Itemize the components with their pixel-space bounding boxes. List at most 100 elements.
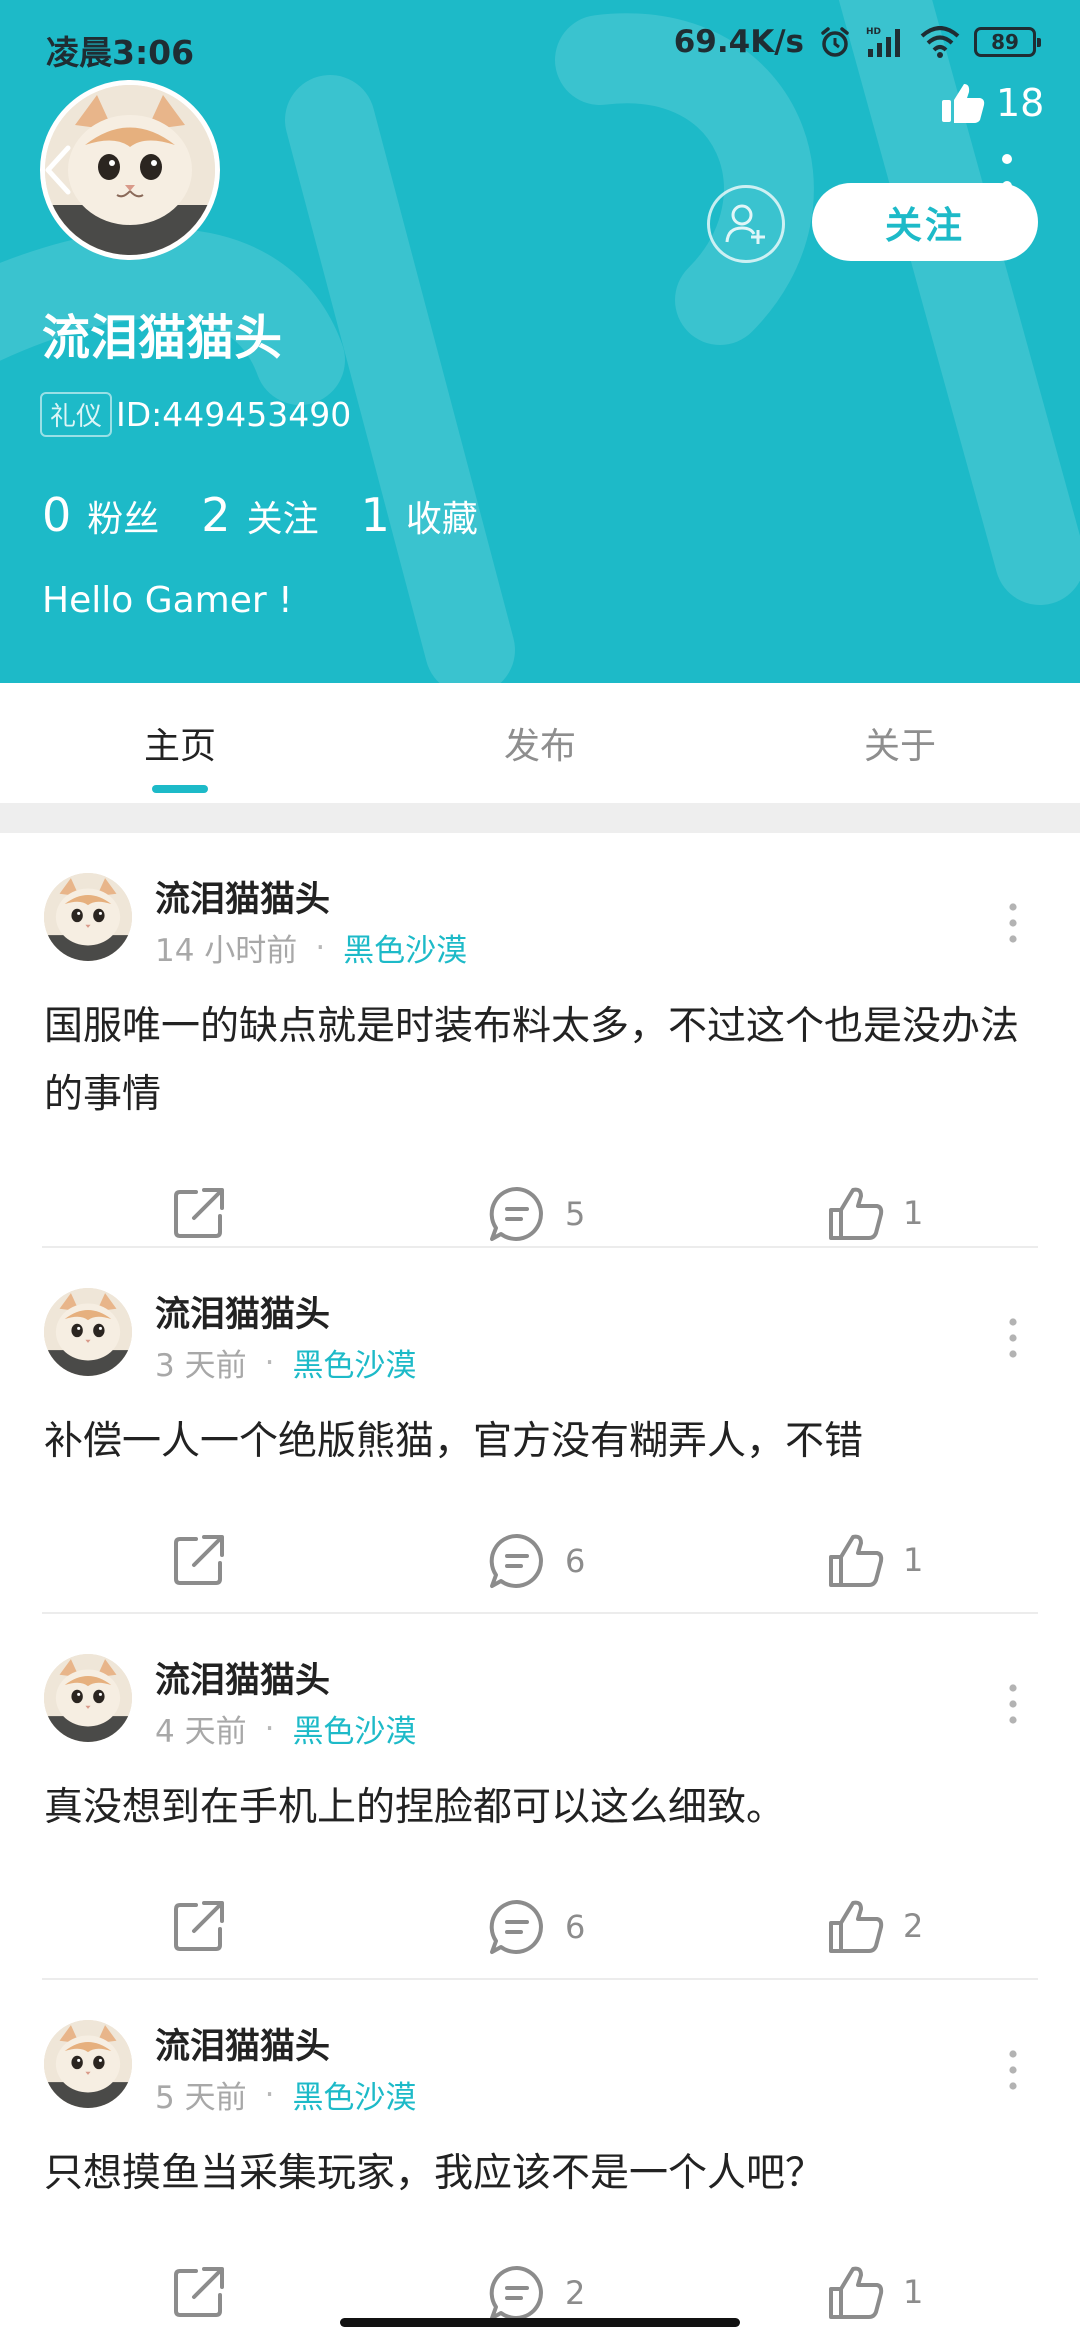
like-button[interactable]: 1 (827, 2263, 923, 2321)
author-avatar[interactable] (44, 1288, 132, 1376)
profile-stats: 0 粉丝 2 关注 1 收藏 (42, 488, 520, 542)
post-actions: 6 1 (0, 1531, 1080, 1601)
post-content[interactable]: 补偿一人一个绝版熊猫，官方没有糊弄人，不错 (44, 1408, 1034, 1476)
network-speed: 69.4K/s (673, 24, 804, 60)
comment-button[interactable]: 2 (487, 2263, 585, 2323)
post-card[interactable]: 流泪猫猫头 14 小时前 · 黑色沙漠 国服唯一的缺点就是时装布料太多，不过这个… (0, 833, 1080, 1248)
stat-fans-count: 0 (42, 488, 72, 542)
cat-avatar-image (44, 1288, 132, 1376)
more-options-icon[interactable] (1006, 901, 1020, 945)
cat-avatar-image (44, 2020, 132, 2108)
like-count: 1 (903, 2273, 924, 2311)
share-button[interactable] (170, 1184, 228, 1242)
like-count: 1 (903, 1541, 924, 1579)
more-options-icon[interactable] (1006, 2048, 1020, 2092)
share-button[interactable] (170, 1897, 228, 1955)
post-time: 5 天前 (155, 2080, 247, 2116)
like-count: 2 (903, 1907, 924, 1945)
share-icon (174, 1535, 224, 1585)
post-card[interactable]: 流泪猫猫头 4 天前 · 黑色沙漠 真没想到在手机上的捏脸都可以这么细致。 6 … (0, 1614, 1080, 1980)
post-meta: 14 小时前 · 黑色沙漠 (155, 925, 467, 970)
battery-level: 89 (991, 30, 1019, 54)
status-time: 凌晨3:06 (46, 33, 195, 72)
like-button[interactable]: 1 (827, 1531, 923, 1589)
post-content[interactable]: 真没想到在手机上的捏脸都可以这么细致。 (44, 1774, 1034, 1842)
stat-following-label: 关注 (246, 499, 319, 540)
battery-icon: 89 (974, 27, 1041, 57)
share-icon (174, 2267, 224, 2317)
stat-following[interactable]: 2 关注 (201, 488, 318, 542)
post-actions: 6 2 (0, 1897, 1080, 1967)
more-options-icon[interactable] (1006, 1682, 1020, 1726)
comment-count: 6 (565, 1542, 586, 1580)
profile-likes[interactable]: 18 (940, 80, 1044, 126)
likes-count: 18 (996, 81, 1045, 125)
like-button[interactable]: 1 (827, 1184, 923, 1242)
stat-favorites-count: 1 (360, 488, 390, 542)
post-content[interactable]: 只想摸鱼当采集玩家，我应该不是一个人吧？ (44, 2140, 1034, 2208)
follow-button[interactable]: 关注 (812, 183, 1038, 261)
share-icon (174, 1188, 224, 1238)
share-button[interactable] (170, 2263, 228, 2321)
comment-icon (489, 1899, 543, 1954)
comment-button[interactable]: 6 (487, 1897, 585, 1957)
comment-count: 5 (565, 1195, 586, 1233)
post-author[interactable]: 流泪猫猫头 (155, 1652, 330, 1703)
status-bar: 凌晨3:06 69.4K/s HD 89 (0, 0, 1080, 96)
like-button[interactable]: 2 (827, 1897, 923, 1955)
comment-count: 6 (565, 1908, 586, 1946)
stat-favorites-label: 收藏 (405, 499, 478, 540)
svg-text:HD: HD (866, 27, 881, 37)
more-options-icon[interactable] (1006, 1316, 1020, 1360)
post-meta: 3 天前 · 黑色沙漠 (155, 1340, 416, 1385)
stat-favorites[interactable]: 1 收藏 (361, 488, 478, 542)
back-arrow-icon[interactable] (38, 140, 78, 200)
thumbs-up-icon (829, 2266, 884, 2319)
author-avatar[interactable] (44, 2020, 132, 2108)
user-badge: 礼仪 (40, 392, 113, 437)
tab-about[interactable]: 关于 (720, 683, 1080, 803)
share-button[interactable] (170, 1531, 228, 1589)
post-author[interactable]: 流泪猫猫头 (155, 2018, 330, 2069)
author-avatar[interactable] (44, 1654, 132, 1742)
comment-icon (489, 1533, 543, 1588)
stat-following-count: 2 (201, 488, 231, 542)
home-indicator[interactable] (340, 2318, 740, 2327)
section-divider (0, 803, 1080, 833)
post-content[interactable]: 国服唯一的缺点就是时装布料太多，不过这个也是没办法的事情 (44, 993, 1034, 1129)
meta-separator: · (315, 929, 326, 966)
stat-fans-label: 粉丝 (87, 499, 160, 540)
post-author[interactable]: 流泪猫猫头 (155, 1286, 330, 1337)
post-actions: 5 1 (0, 1184, 1080, 1254)
stat-fans[interactable]: 0 粉丝 (42, 488, 159, 542)
post-time: 14 小时前 (155, 933, 298, 969)
comment-icon (489, 1186, 543, 1241)
like-count: 1 (903, 1194, 924, 1232)
post-card[interactable]: 流泪猫猫头 5 天前 · 黑色沙漠 只想摸鱼当采集玩家，我应该不是一个人吧？ 2… (0, 1980, 1080, 2340)
profile-tabs: 主页 发布 关于 (0, 683, 1080, 803)
comment-button[interactable]: 6 (487, 1531, 585, 1591)
thumbs-up-icon (829, 1534, 884, 1587)
user-id: ID:449453490 (116, 395, 352, 434)
tab-posts[interactable]: 发布 (360, 683, 720, 803)
meta-separator: · (264, 1344, 275, 1381)
thumbs-up-icon (829, 1900, 884, 1953)
share-icon (174, 1901, 224, 1951)
comment-button[interactable]: 5 (487, 1184, 585, 1244)
hd-signal-icon: HD (866, 27, 900, 57)
post-card[interactable]: 流泪猫猫头 3 天前 · 黑色沙漠 补偿一人一个绝版熊猫，官方没有糊弄人，不错 (0, 1248, 1080, 1614)
post-game-tag[interactable]: 黑色沙漠 (292, 1340, 416, 1385)
comment-icon (489, 2265, 543, 2320)
tab-home[interactable]: 主页 (0, 683, 360, 803)
cat-avatar-image (44, 1654, 132, 1742)
post-time: 3 天前 (155, 1348, 247, 1384)
add-friend-button[interactable] (707, 185, 785, 263)
author-avatar[interactable] (44, 873, 132, 961)
post-author[interactable]: 流泪猫猫头 (155, 871, 330, 922)
post-time: 4 天前 (155, 1714, 247, 1750)
post-game-tag[interactable]: 黑色沙漠 (292, 2072, 416, 2117)
post-game-tag[interactable]: 黑色沙漠 (343, 925, 467, 970)
wifi-icon (920, 26, 960, 58)
meta-separator: · (264, 1710, 275, 1747)
post-game-tag[interactable]: 黑色沙漠 (292, 1706, 416, 1751)
